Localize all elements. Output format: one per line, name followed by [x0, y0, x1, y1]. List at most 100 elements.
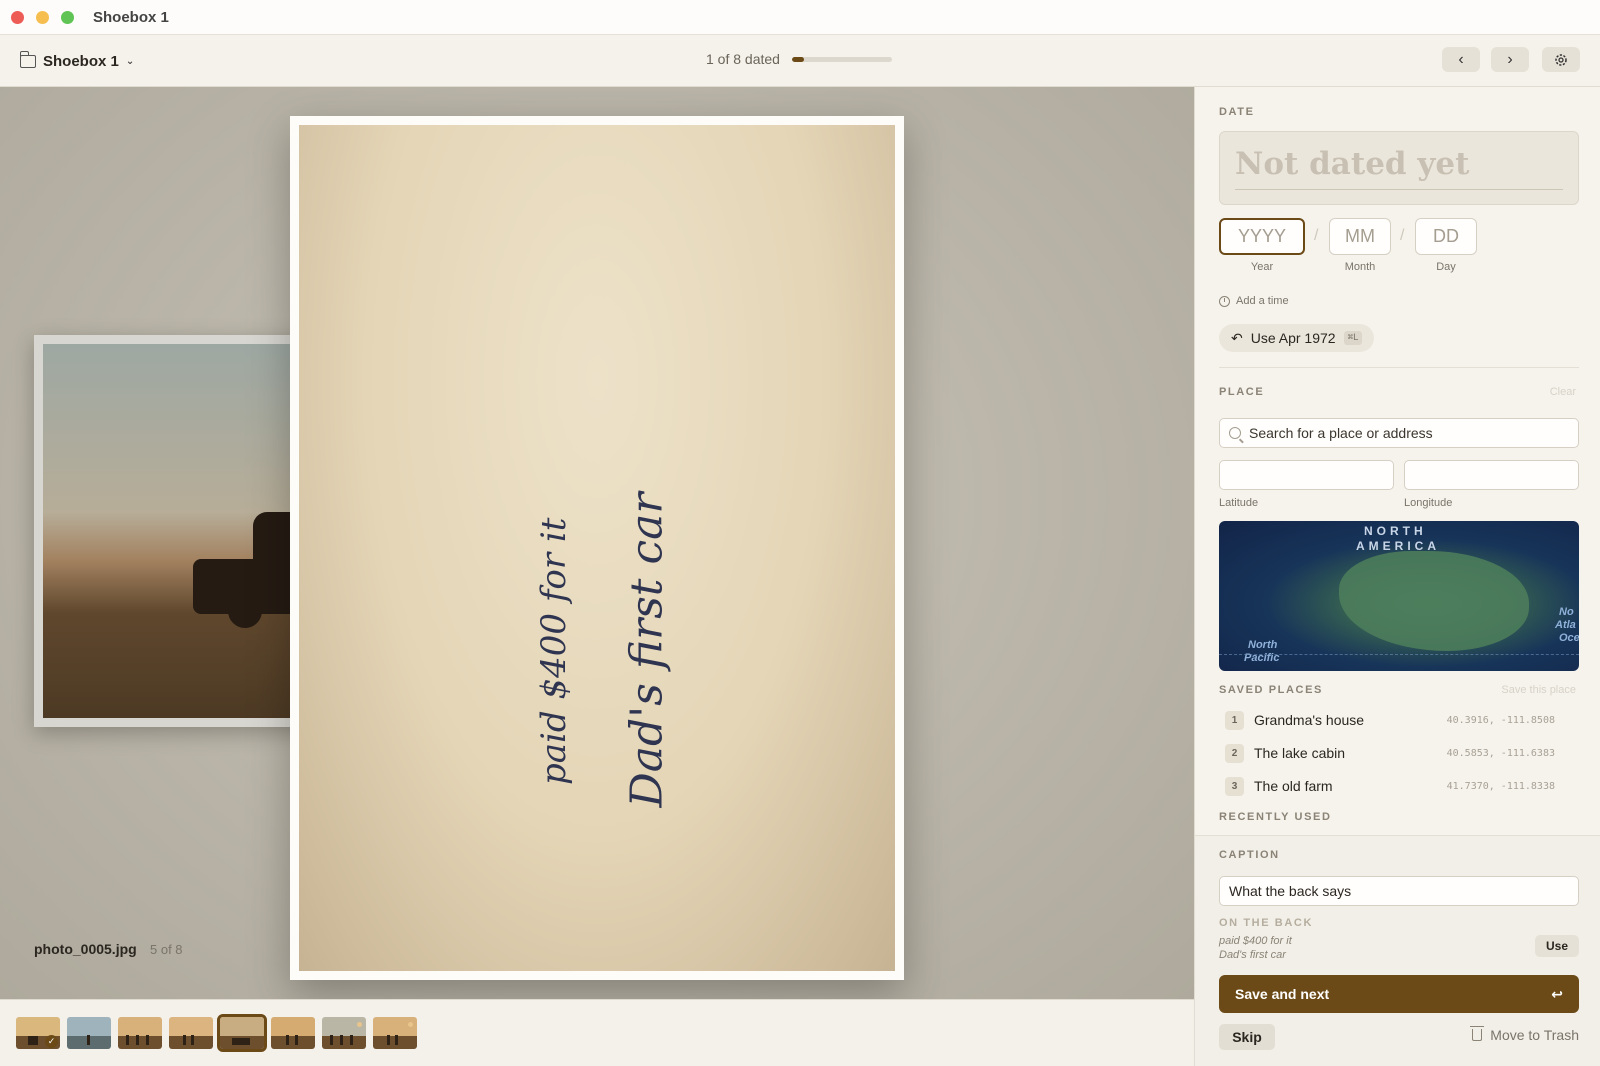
back-text-line-2: Dad's first car	[1219, 949, 1286, 961]
handwriting-line-1: paid $400 for it	[534, 517, 574, 785]
date-separator: /	[1400, 227, 1405, 244]
handwriting-line-2: Dad's first car	[621, 492, 673, 808]
day-label: Day	[1436, 261, 1456, 273]
chevron-down-icon: ⌄	[125, 55, 135, 67]
shoebox-selector[interactable]: Shoebox 1 ⌄	[19, 50, 135, 72]
caption-section-label: CAPTION	[1219, 849, 1280, 861]
thumbnail[interactable]	[373, 1017, 417, 1049]
month-label: Month	[1344, 261, 1376, 273]
map-landmass	[1339, 551, 1529, 651]
latitude-label: Latitude	[1219, 497, 1259, 509]
longitude-label: Longitude	[1404, 497, 1453, 509]
add-time-link[interactable]: Add a time	[1219, 295, 1289, 307]
date-section-label: DATE	[1219, 106, 1255, 118]
clear-place-link[interactable]: Clear	[1550, 386, 1576, 398]
dated-check-icon: ✓	[45, 1035, 58, 1048]
recently-used-label: RECENTLY USED	[1219, 811, 1332, 823]
window-title: Shoebox 1	[93, 9, 169, 26]
photo-filename: photo_0005.jpg	[34, 941, 137, 957]
back-text-line-1: paid $400 for it	[1219, 935, 1292, 947]
save-and-next-label: Save and next	[1235, 986, 1330, 1002]
thumbnail[interactable]	[169, 1017, 213, 1049]
current-photo: paid $400 for it Dad's first car	[290, 116, 904, 980]
caption-input[interactable]	[1219, 876, 1579, 906]
move-to-trash-button[interactable]: Move to Trash	[1470, 1026, 1579, 1043]
thumbnail[interactable]	[271, 1017, 315, 1049]
saved-place-item[interactable]: 1 Grandma's house 40.3916, -111.8508	[1225, 709, 1555, 731]
previous-photo-preview[interactable]	[34, 335, 324, 727]
map-label-ocean-west-1: North	[1248, 639, 1278, 651]
thumbnail[interactable]	[322, 1017, 366, 1049]
place-search-input[interactable]	[1249, 425, 1569, 441]
progress-label: 1 of 8 dated	[706, 51, 780, 67]
dating-progress: 1 of 8 dated	[706, 51, 892, 67]
undo-arrow-icon: ↶	[1231, 329, 1243, 346]
saved-place-item[interactable]: 2 The lake cabin 40.5853, -111.6383	[1225, 742, 1555, 764]
use-back-text-button[interactable]: Use	[1535, 935, 1579, 957]
chevron-right-icon: ›	[1507, 50, 1513, 68]
place-section-label: PLACE	[1219, 386, 1265, 398]
caption-panel: CAPTION ON THE BACK paid $400 for it Dad…	[1195, 835, 1600, 1066]
shortcut-badge: ⌘L	[1343, 331, 1363, 345]
return-key-icon: ↩	[1551, 985, 1563, 1002]
save-this-place-link[interactable]: Save this place	[1501, 684, 1576, 696]
maximize-window-button[interactable]	[61, 11, 74, 24]
minimize-window-button[interactable]	[36, 11, 49, 24]
progress-fill	[791, 56, 805, 62]
add-time-label: Add a time	[1236, 295, 1289, 307]
map-dashed-line	[1219, 654, 1579, 655]
suggested-date-label: Use Apr 1972	[1250, 330, 1336, 346]
save-and-next-button[interactable]: Save and next ↩	[1219, 975, 1579, 1013]
photo-back-image: paid $400 for it Dad's first car	[299, 125, 895, 971]
title-bar: Shoebox 1	[0, 0, 1600, 35]
use-suggested-date-button[interactable]: ↶ Use Apr 1972 ⌘L	[1219, 324, 1375, 352]
year-field[interactable]	[1219, 218, 1305, 255]
map-label-ocean-east-2: Atla	[1555, 619, 1576, 631]
car-silhouette-wheel	[228, 594, 262, 628]
thumbnail[interactable]	[118, 1017, 162, 1049]
saved-place-number: 2	[1225, 743, 1244, 763]
thumbnail[interactable]	[67, 1017, 111, 1049]
saved-place-coords: 40.5853, -111.6383	[1446, 747, 1555, 759]
saved-place-number: 3	[1225, 776, 1244, 796]
latitude-field[interactable]	[1219, 460, 1394, 490]
next-photo-button[interactable]: ›	[1491, 47, 1529, 72]
toolbar: Shoebox 1 ⌄ 1 of 8 dated ‹ ›	[0, 35, 1600, 87]
previous-photo-button[interactable]: ‹	[1442, 47, 1480, 72]
photo-position: 5 of 8	[150, 942, 183, 957]
settings-button[interactable]	[1542, 47, 1580, 72]
saved-place-name: The old farm	[1254, 778, 1333, 794]
place-search[interactable]	[1219, 418, 1579, 448]
saved-places-label: SAVED PLACES	[1219, 684, 1323, 696]
date-display: Not dated yet	[1219, 131, 1579, 205]
map-label-ocean-east-3: Oce	[1559, 632, 1579, 644]
filmstrip: ✓	[0, 999, 1194, 1066]
saved-place-name: Grandma's house	[1254, 712, 1365, 728]
on-the-back-label: ON THE BACK	[1219, 917, 1313, 929]
thumbnail[interactable]: ✓	[16, 1017, 60, 1049]
saved-place-name: The lake cabin	[1254, 745, 1346, 761]
clock-icon	[1219, 295, 1230, 307]
move-to-trash-label: Move to Trash	[1490, 1027, 1579, 1043]
thumbnail-active[interactable]	[217, 1014, 267, 1052]
search-icon	[1229, 427, 1241, 439]
skip-button[interactable]: Skip	[1219, 1024, 1275, 1050]
section-divider	[1219, 367, 1579, 368]
saved-place-item[interactable]: 3 The old farm 41.7370, -111.8338	[1225, 775, 1555, 797]
location-map[interactable]: NORTH AMERICA North Pacific No Atla Oce	[1219, 521, 1579, 671]
day-field[interactable]	[1415, 218, 1477, 255]
gear-icon	[1555, 53, 1567, 66]
progress-bar	[791, 56, 892, 62]
previous-photo-image	[43, 344, 315, 718]
photo-canvas: paid $400 for it Dad's first car photo_0…	[0, 87, 1194, 999]
folder-icon	[19, 50, 36, 68]
close-window-button[interactable]	[11, 11, 24, 24]
map-label-north: NORTH	[1364, 524, 1427, 538]
month-field[interactable]	[1329, 218, 1391, 255]
longitude-field[interactable]	[1404, 460, 1579, 490]
map-label-america: AMERICA	[1356, 539, 1440, 553]
saved-place-coords: 40.3916, -111.8508	[1446, 714, 1555, 726]
saved-place-coords: 41.7370, -111.8338	[1446, 780, 1555, 792]
date-display-text: Not dated yet	[1235, 146, 1470, 182]
year-label: Year	[1250, 261, 1274, 273]
